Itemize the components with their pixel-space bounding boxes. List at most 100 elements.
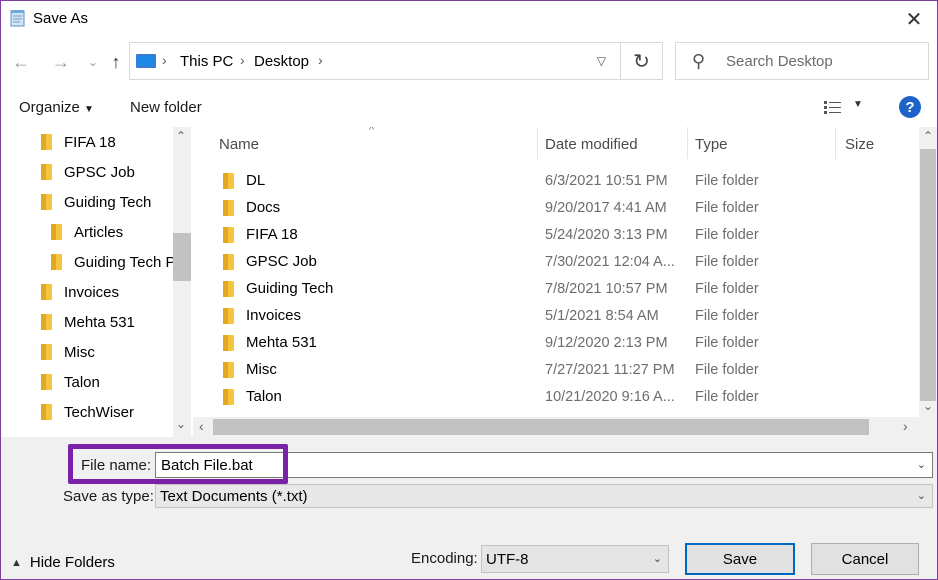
scroll-left-icon[interactable]: ‹ bbox=[199, 418, 204, 434]
hide-folders-toggle[interactable]: ▲ Hide Folders bbox=[11, 554, 115, 571]
nav-item-mehta-531[interactable]: Mehta 531 bbox=[41, 307, 135, 337]
organize-label: Organize bbox=[19, 99, 80, 116]
scrollbar-thumb[interactable] bbox=[920, 149, 936, 401]
cancel-button[interactable]: Cancel bbox=[811, 543, 919, 575]
file-list-horizontal-scrollbar[interactable]: ‹ › bbox=[193, 417, 919, 437]
chevron-down-icon[interactable]: ⌄ bbox=[653, 552, 662, 565]
annotation-highlight-box bbox=[68, 444, 288, 484]
row-type: File folder bbox=[695, 200, 759, 216]
this-pc-icon bbox=[136, 54, 156, 68]
scroll-down-icon[interactable]: ⌄ bbox=[923, 399, 933, 413]
folder-icon bbox=[223, 227, 236, 243]
column-header-name[interactable]: Name bbox=[219, 127, 259, 159]
file-list: ^ Name Date modified Type Size DL 6/3/202… bbox=[193, 127, 919, 417]
row-date: 6/3/2021 10:51 PM bbox=[545, 173, 668, 189]
nav-item-techwiser[interactable]: TechWiser bbox=[41, 397, 134, 427]
chevron-right-icon[interactable]: › bbox=[318, 52, 323, 68]
up-arrow-icon[interactable]: ↑ bbox=[104, 50, 128, 74]
column-header-type[interactable]: Type bbox=[695, 127, 728, 159]
column-header-date-modified[interactable]: Date modified bbox=[545, 127, 638, 159]
refresh-icon[interactable]: ↻ bbox=[621, 42, 663, 80]
row-type: File folder bbox=[695, 281, 759, 297]
scroll-down-icon[interactable]: ⌄ bbox=[176, 417, 186, 431]
hide-folders-label: Hide Folders bbox=[29, 554, 115, 571]
nav-item-guiding-tech-p[interactable]: Guiding Tech P bbox=[51, 247, 175, 277]
row-name: Docs bbox=[246, 199, 281, 216]
row-date: 9/20/2017 4:41 AM bbox=[545, 200, 667, 216]
chevron-down-icon[interactable]: ⌄ bbox=[917, 489, 926, 502]
scrollbar-corner bbox=[919, 417, 937, 437]
nav-item-guiding-tech[interactable]: Guiding Tech bbox=[41, 187, 151, 217]
column-divider[interactable] bbox=[687, 127, 688, 159]
nav-item-label: Articles bbox=[74, 223, 124, 241]
caret-up-icon: ▲ bbox=[11, 556, 22, 569]
nav-item-fifa-18[interactable]: FIFA 18 bbox=[41, 127, 116, 157]
column-header-size[interactable]: Size bbox=[845, 127, 874, 159]
chevron-right-icon[interactable]: › bbox=[240, 52, 245, 68]
nav-item-label: GPSC Job bbox=[64, 163, 135, 181]
nav-item-talon[interactable]: Talon bbox=[41, 367, 100, 397]
close-icon[interactable]: ✕ bbox=[899, 5, 929, 33]
folder-icon bbox=[223, 308, 236, 324]
forward-arrow-icon[interactable]: → bbox=[49, 50, 73, 74]
scroll-up-icon[interactable]: ⌃ bbox=[923, 129, 933, 143]
folder-icon bbox=[41, 314, 54, 330]
table-row[interactable]: Invoices 5/1/2021 8:54 AM File folder bbox=[193, 303, 919, 330]
row-type: File folder bbox=[695, 362, 759, 378]
table-row[interactable]: Misc 7/27/2021 11:27 PM File folder bbox=[193, 357, 919, 384]
encoding-label: Encoding: bbox=[411, 550, 478, 567]
chevron-right-icon[interactable]: › bbox=[162, 52, 167, 68]
breadcrumb-desktop[interactable]: Desktop bbox=[254, 53, 309, 70]
row-date: 10/21/2020 9:16 A... bbox=[545, 389, 675, 405]
back-arrow-icon[interactable]: ← bbox=[9, 50, 33, 74]
nav-item-misc[interactable]: Misc bbox=[41, 337, 95, 367]
notepad-icon bbox=[10, 10, 25, 27]
search-placeholder: Search Desktop bbox=[726, 53, 833, 70]
scroll-up-icon[interactable]: ⌃ bbox=[176, 129, 186, 143]
nav-item-label: Guiding Tech P bbox=[74, 253, 176, 271]
address-bar[interactable]: › This PC › Desktop › ▽ bbox=[129, 42, 621, 80]
recent-locations-icon[interactable]: ⌄ bbox=[81, 50, 105, 74]
nav-item-gpsc-job[interactable]: GPSC Job bbox=[41, 157, 135, 187]
save-as-type-select[interactable]: Text Documents (*.txt) ⌄ bbox=[155, 484, 933, 508]
row-name: Guiding Tech bbox=[246, 280, 334, 297]
organize-menu[interactable]: Organize ▼ bbox=[19, 99, 94, 116]
save-button[interactable]: Save bbox=[685, 543, 795, 575]
table-row[interactable]: GPSC Job 7/30/2021 12:04 A... File folder bbox=[193, 249, 919, 276]
encoding-select[interactable]: UTF-8 ⌄ bbox=[481, 545, 669, 573]
chevron-down-icon[interactable]: ⌄ bbox=[917, 458, 926, 471]
table-row[interactable]: Talon 10/21/2020 9:16 A... File folder bbox=[193, 384, 919, 411]
table-row[interactable]: DL 6/3/2021 10:51 PM File folder bbox=[193, 168, 919, 195]
table-row[interactable]: FIFA 18 5/24/2020 3:13 PM File folder bbox=[193, 222, 919, 249]
row-date: 5/1/2021 8:54 AM bbox=[545, 308, 659, 324]
scrollbar-thumb[interactable] bbox=[173, 233, 191, 281]
scroll-right-icon[interactable]: › bbox=[903, 418, 908, 434]
new-folder-button[interactable]: New folder bbox=[130, 99, 202, 116]
row-date: 7/27/2021 11:27 PM bbox=[545, 362, 675, 378]
table-row[interactable]: Guiding Tech 7/8/2021 10:57 PM File folder bbox=[193, 276, 919, 303]
help-icon[interactable]: ? bbox=[899, 96, 921, 118]
chevron-down-icon[interactable]: ▽ bbox=[597, 54, 606, 68]
folder-icon bbox=[41, 374, 54, 390]
column-divider[interactable] bbox=[835, 127, 836, 159]
nav-item-articles[interactable]: Articles bbox=[51, 217, 123, 247]
folder-icon bbox=[41, 194, 54, 210]
table-row[interactable]: Docs 9/20/2017 4:41 AM File folder bbox=[193, 195, 919, 222]
view-dropdown-icon[interactable]: ▼ bbox=[853, 99, 863, 110]
save-as-type-label: Save as type: bbox=[63, 488, 154, 505]
row-date: 7/30/2021 12:04 A... bbox=[545, 254, 675, 270]
table-row[interactable]: Mehta 531 9/12/2020 2:13 PM File folder bbox=[193, 330, 919, 357]
search-box[interactable]: ⚲ Search Desktop bbox=[675, 42, 929, 80]
row-name: DL bbox=[246, 172, 266, 189]
view-options-icon[interactable] bbox=[823, 99, 843, 115]
nav-item-invoices[interactable]: Invoices bbox=[41, 277, 119, 307]
breadcrumb-this-pc[interactable]: This PC bbox=[180, 53, 233, 70]
folder-icon bbox=[223, 389, 236, 405]
scrollbar-thumb[interactable] bbox=[213, 419, 869, 435]
row-type: File folder bbox=[695, 254, 759, 270]
file-list-vertical-scrollbar[interactable]: ⌃ ⌄ bbox=[919, 127, 937, 417]
row-name: Invoices bbox=[246, 307, 302, 324]
nav-pane-scrollbar[interactable]: ⌃ ⌄ bbox=[173, 127, 191, 437]
column-divider[interactable] bbox=[537, 127, 538, 159]
row-date: 5/24/2020 3:13 PM bbox=[545, 227, 668, 243]
